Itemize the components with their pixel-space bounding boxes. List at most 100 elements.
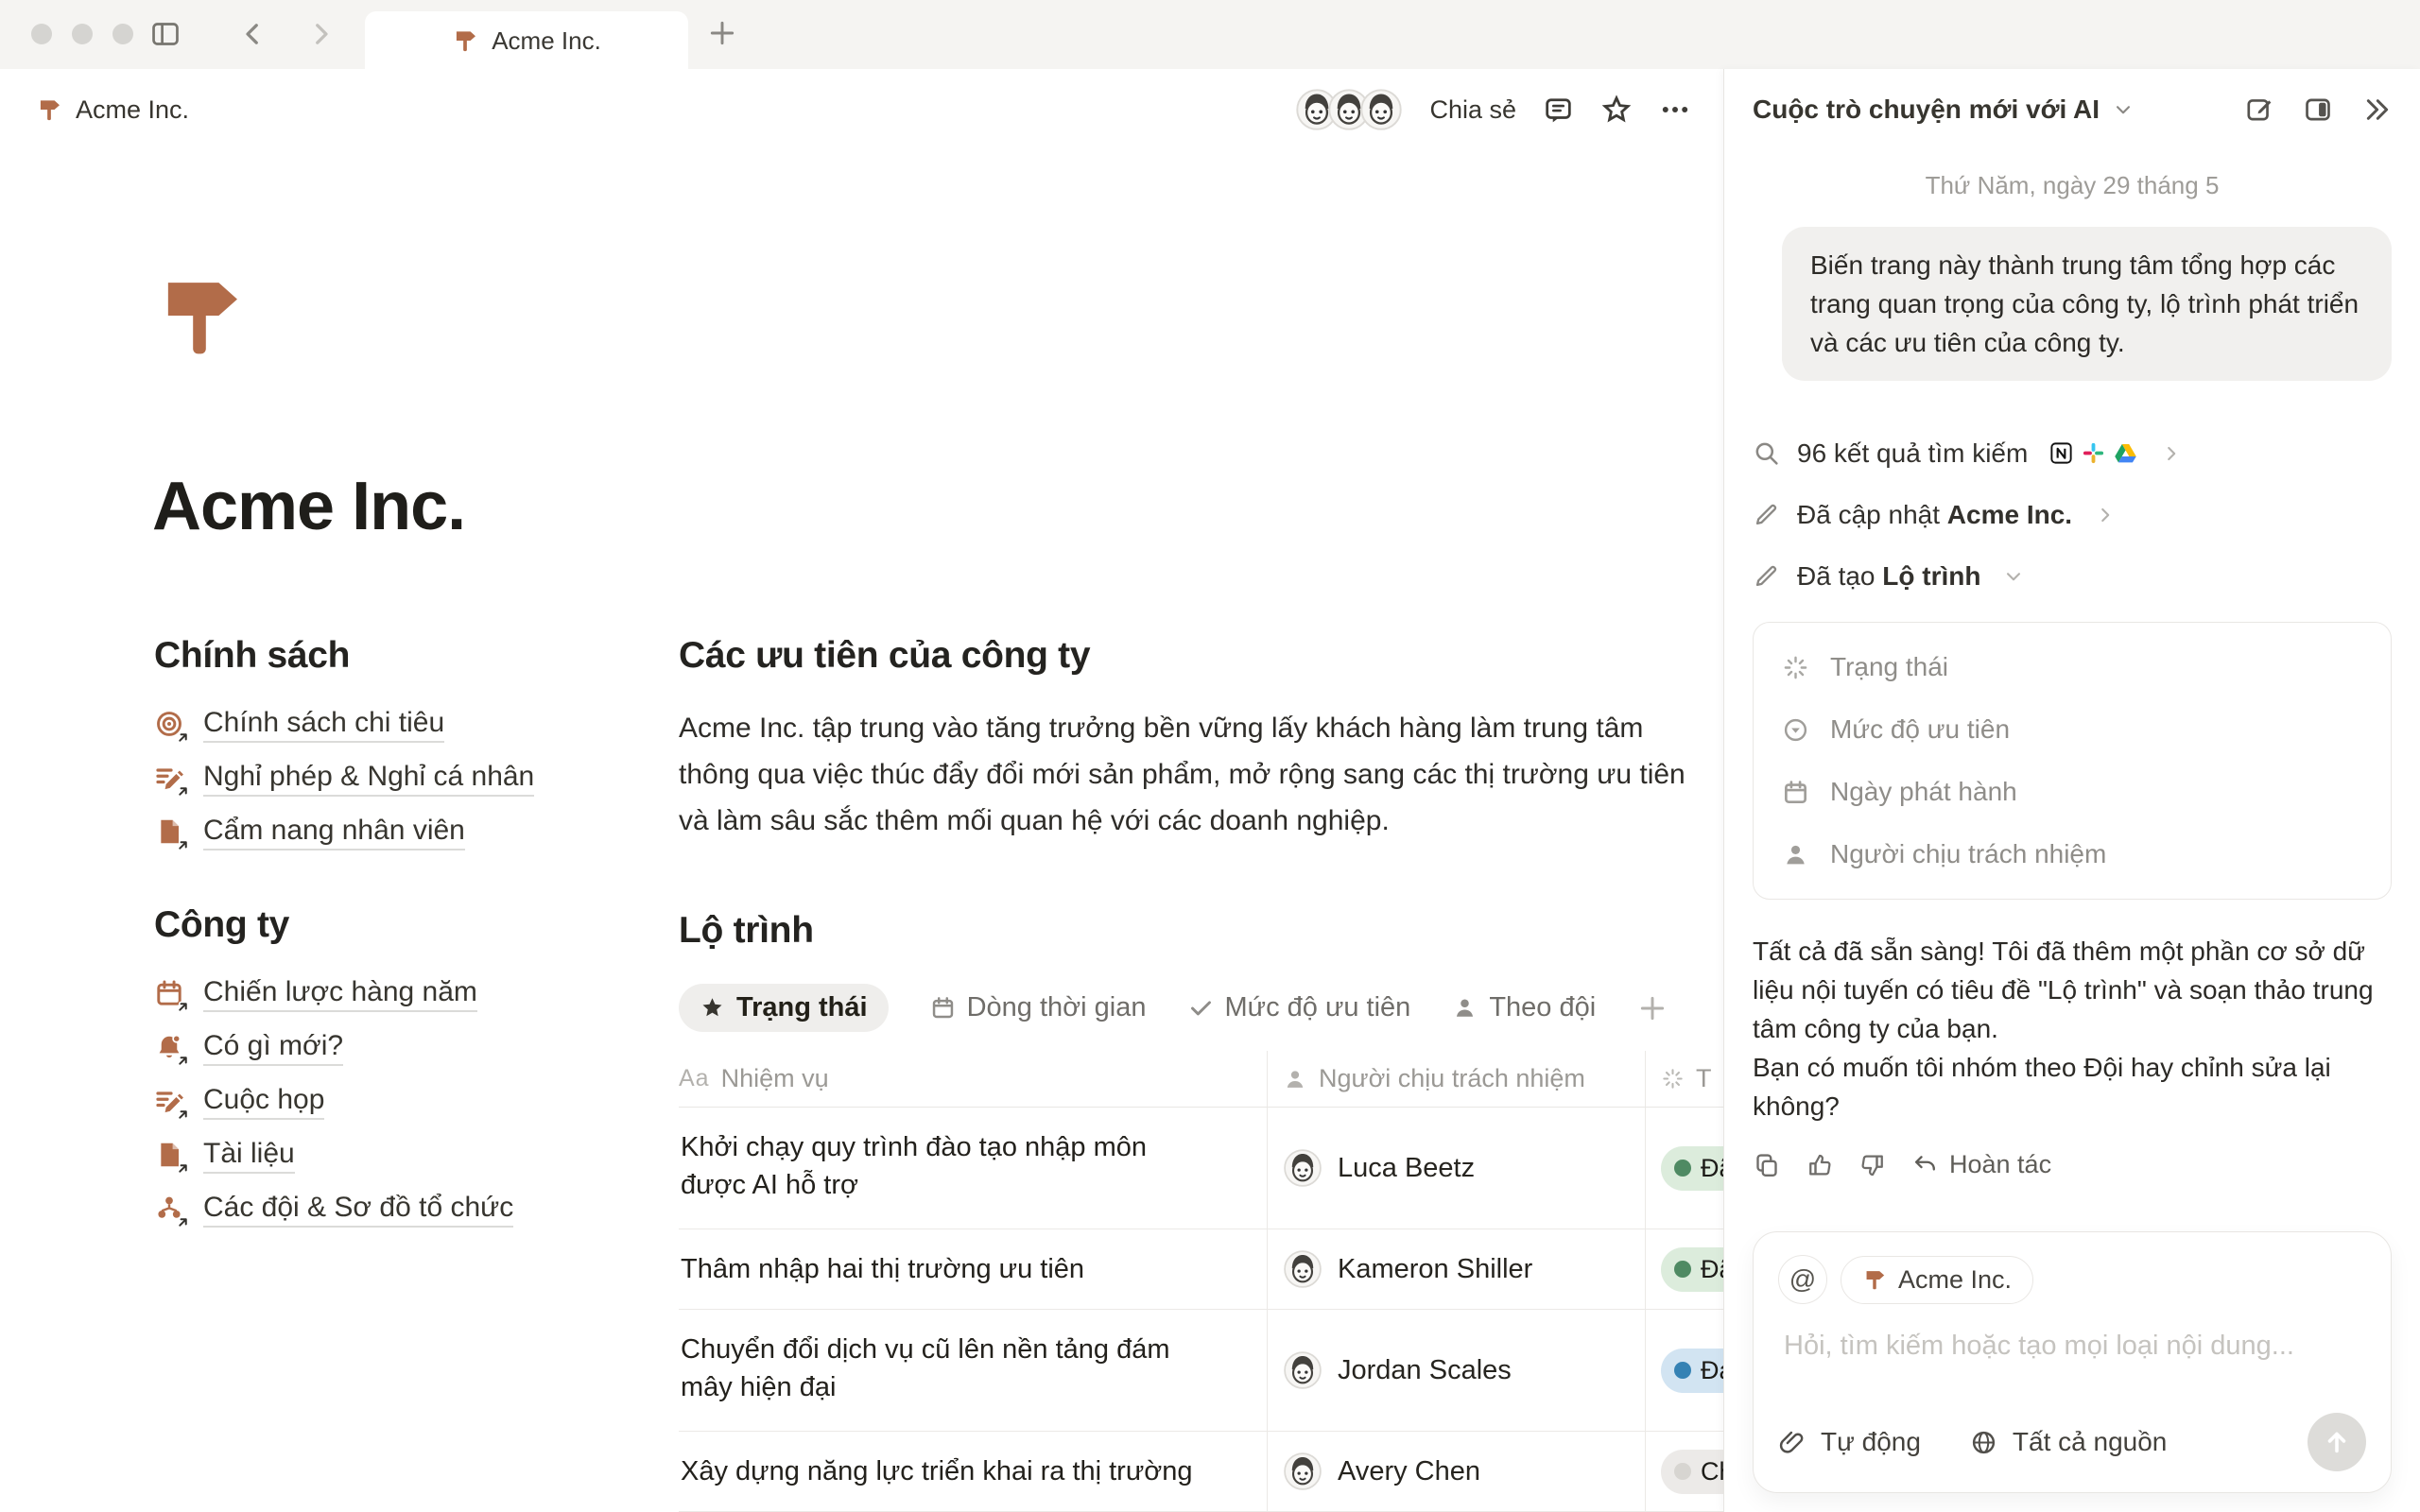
link-arrow-icon xyxy=(176,784,190,799)
company-heading: Công ty xyxy=(154,904,617,946)
ai-composer[interactable]: @ Acme Inc. Hỏi, tìm kiếm hoặc tạo mọi l… xyxy=(1753,1231,2392,1493)
arrow-up-icon xyxy=(2322,1427,2352,1457)
link-meetings[interactable]: Cuộc họp xyxy=(154,1082,617,1121)
status-dot xyxy=(1674,1463,1691,1480)
close-window-button[interactable] xyxy=(31,24,52,44)
view-tab-priority[interactable]: Mức độ ưu tiên xyxy=(1188,992,1411,1023)
view-tab-by-team[interactable]: Theo đội xyxy=(1452,992,1596,1023)
copy-icon[interactable] xyxy=(1753,1151,1781,1179)
link-arrow-icon xyxy=(176,1215,190,1229)
database-view-tabs: Trạng thái Dòng thời gian Mức độ ưu tiên… xyxy=(679,984,1723,1032)
status-dot xyxy=(1674,1160,1691,1177)
avatar xyxy=(1283,1148,1322,1188)
property-release-date[interactable]: Ngày phát hành xyxy=(1754,761,2391,823)
collapse-panel-icon[interactable] xyxy=(2361,94,2392,125)
column-header-assignee[interactable]: Người chịu trách nhiệm xyxy=(1267,1051,1645,1107)
ai-chat-body: Thứ Năm, ngày 29 tháng 5 Biến trang này … xyxy=(1724,150,2420,1512)
draft-properties-card: Trạng thái Mức độ ưu tiên Ngày phát hành… xyxy=(1753,622,2392,900)
property-assignee[interactable]: Người chịu trách nhiệm xyxy=(1754,823,2391,885)
chevron-down-icon[interactable] xyxy=(2113,99,2134,120)
signpost-icon xyxy=(452,27,478,54)
breadcrumb-label: Acme Inc. xyxy=(76,95,189,125)
panel-layout-icon[interactable] xyxy=(2303,94,2333,125)
link-arrow-icon xyxy=(176,1000,190,1014)
pencil-icon xyxy=(1753,562,1780,590)
activity-search-results[interactable]: 96 kết quả tìm kiếm xyxy=(1753,422,2392,484)
undo-icon xyxy=(1911,1152,1938,1178)
table-row[interactable]: Chuyển đổi dịch vụ cũ lên nền tảng đám m… xyxy=(679,1310,1723,1432)
priority-icon xyxy=(1782,716,1809,744)
link-whats-new[interactable]: Có gì mới? xyxy=(154,1028,617,1067)
column-header-status[interactable]: T xyxy=(1645,1051,1723,1107)
search-icon xyxy=(1753,439,1780,467)
activity-updated-page[interactable]: Đã cập nhật Acme Inc. xyxy=(1753,484,2392,545)
chevron-right-icon xyxy=(2095,505,2116,525)
ai-response-paragraph: Tất cả đã sẵn sàng! Tôi đã thêm một phần… xyxy=(1753,932,2392,1048)
member-avatars xyxy=(1295,88,1403,131)
send-button[interactable] xyxy=(2308,1413,2366,1471)
undo-button[interactable]: Hoàn tác xyxy=(1911,1150,2051,1179)
table-row[interactable]: Xây dựng năng lực triển khai ra thị trườ… xyxy=(679,1432,1723,1512)
thumbs-up-icon[interactable] xyxy=(1806,1151,1834,1179)
favorite-star-icon[interactable] xyxy=(1600,94,1633,126)
table-row[interactable]: Khởi chạy quy trình đào tạo nhập môn đượ… xyxy=(679,1108,1723,1229)
view-tab-status[interactable]: Trạng thái xyxy=(679,984,889,1032)
mention-button[interactable]: @ xyxy=(1778,1255,1827,1304)
mode-auto-button[interactable]: Tự động xyxy=(1821,1427,1921,1457)
avatar xyxy=(1283,1249,1322,1289)
globe-icon[interactable] xyxy=(1970,1429,1997,1456)
ai-chat-title[interactable]: Cuộc trò chuyện mới với AI xyxy=(1753,94,2100,125)
zoom-window-button[interactable] xyxy=(112,24,133,44)
more-options-icon[interactable] xyxy=(1659,94,1691,126)
link-annual-strategy[interactable]: Chiến lược hàng năm xyxy=(154,974,617,1013)
activity-created-page[interactable]: Đã tạo Lộ trình xyxy=(1753,545,2392,607)
property-priority[interactable]: Mức độ ưu tiên xyxy=(1754,698,2391,761)
link-arrow-icon xyxy=(176,1108,190,1122)
forward-button[interactable] xyxy=(305,18,337,50)
page-content: Acme Inc. Chính sách Chính sách chi tiêu… xyxy=(0,150,1723,1512)
all-sources-button[interactable]: Tất cả nguồn xyxy=(2013,1427,2167,1457)
target-icon xyxy=(154,709,186,741)
link-spending-policy[interactable]: Chính sách chi tiêu xyxy=(154,705,617,744)
tab-acme-inc[interactable]: Acme Inc. xyxy=(365,11,688,70)
new-tab-button[interactable] xyxy=(707,18,737,48)
attach-icon[interactable] xyxy=(1778,1429,1806,1456)
share-button[interactable]: Chia sẻ xyxy=(1429,95,1516,125)
context-chip-acme[interactable]: Acme Inc. xyxy=(1841,1256,2033,1304)
back-button[interactable] xyxy=(236,18,268,50)
ai-panel-header: Cuộc trò chuyện mới với AI xyxy=(1724,69,2420,150)
new-chat-icon[interactable] xyxy=(2244,94,2274,125)
link-employee-handbook[interactable]: Cẩm nang nhân viên xyxy=(154,813,617,851)
table-row[interactable]: Thâm nhập hai thị trường ưu tiên Kameron… xyxy=(679,1229,1723,1310)
view-tab-timeline[interactable]: Dòng thời gian xyxy=(930,992,1147,1023)
bell-icon xyxy=(154,1032,186,1064)
page-title: Acme Inc. xyxy=(152,468,465,545)
notion-window: Acme Inc. Acme Inc. Chia sẻ Acme Inc. Ch… xyxy=(0,0,2420,1512)
breadcrumb[interactable]: Acme Inc. xyxy=(36,95,189,125)
window-controls xyxy=(31,24,133,44)
chevron-right-icon xyxy=(2161,443,2182,464)
link-leave-policy[interactable]: Nghỉ phép & Nghỉ cá nhân xyxy=(154,759,617,798)
calendar-icon xyxy=(1782,779,1809,806)
add-view-button[interactable] xyxy=(1637,993,1668,1023)
link-teams-org-chart[interactable]: Các đội & Sơ đồ tổ chức xyxy=(154,1190,617,1228)
response-actions: Hoàn tác xyxy=(1753,1150,2392,1179)
composer-input[interactable]: Hỏi, tìm kiếm hoặc tạo mọi loại nội dung… xyxy=(1784,1331,2366,1362)
thumbs-down-icon[interactable] xyxy=(1858,1151,1887,1179)
page-signpost-icon[interactable] xyxy=(151,267,248,364)
comments-icon[interactable] xyxy=(1543,94,1574,126)
sidebar-toggle-icon[interactable] xyxy=(149,18,182,50)
link-documents[interactable]: Tài liệu xyxy=(154,1136,617,1175)
calendar-icon xyxy=(930,995,956,1021)
notion-icon xyxy=(2048,440,2074,466)
column-header-task[interactable]: Aa Nhiệm vụ xyxy=(679,1051,1267,1107)
avatar xyxy=(1359,88,1403,131)
chevron-down-icon xyxy=(2003,566,2024,587)
property-status[interactable]: Trạng thái xyxy=(1754,636,2391,698)
link-arrow-icon xyxy=(176,730,190,745)
minimize-window-button[interactable] xyxy=(72,24,93,44)
signpost-icon xyxy=(1862,1267,1887,1292)
calendar-icon xyxy=(154,978,186,1010)
star-icon xyxy=(700,995,725,1021)
user-message-bubble: Biến trang này thành trung tâm tổng hợp … xyxy=(1782,227,2392,381)
